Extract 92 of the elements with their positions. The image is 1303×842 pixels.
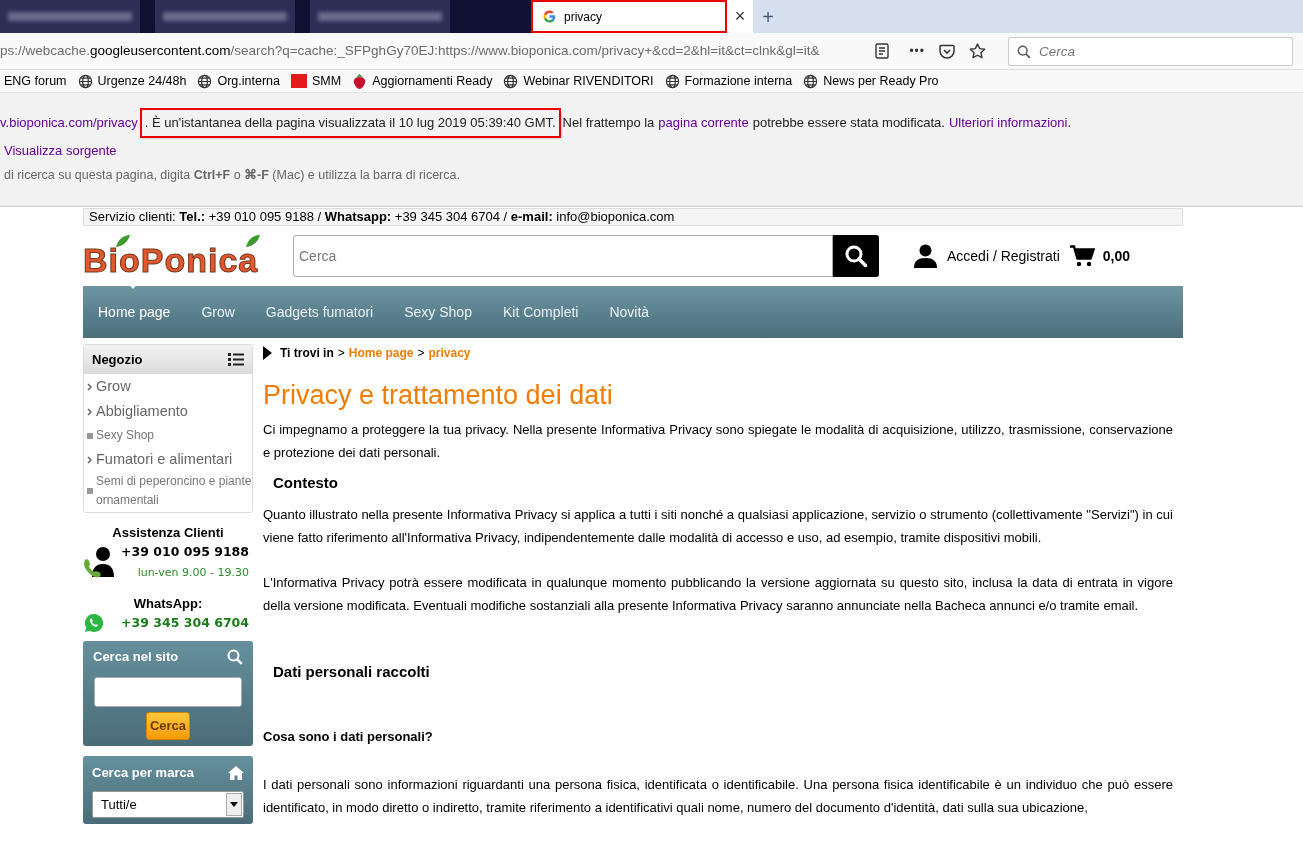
globe-icon <box>197 73 213 89</box>
nav-item[interactable]: Novità <box>609 301 650 323</box>
new-tab-button[interactable]: + <box>753 1 783 32</box>
nav-item[interactable]: Sexy Shop <box>404 301 472 323</box>
breadcrumb-arrow-icon <box>263 346 272 360</box>
search-button[interactable] <box>833 235 879 277</box>
nav-item[interactable]: Gadgets fumatori <box>265 301 374 323</box>
bookmark-item[interactable]: Formazione interna <box>664 71 793 91</box>
support-title: Assistenza Clienti <box>111 524 225 542</box>
panel-title: Negozio <box>92 350 143 369</box>
banner-text: di ricerca su questa pagina, digita Ctrl+F o ⌘-F (Mac) e utilizza la barra di ricerca. <box>4 166 460 184</box>
chevron-icon <box>87 407 93 416</box>
contact-bar: Servizio clienti: Tel.: +39 010 095 9188 / Whatsapp: +39 345 304 6704 / e-mail: info@bioponica.com <box>83 208 1183 226</box>
bookmark-item[interactable]: News per Ready Pro <box>803 71 939 91</box>
search-icon <box>227 649 243 665</box>
browser-tab[interactable] <box>0 0 140 33</box>
chevron-icon <box>87 455 93 464</box>
search-field[interactable]: Cerca <box>1008 36 1293 66</box>
site-search-input[interactable] <box>94 676 242 707</box>
badge-icon <box>291 74 307 88</box>
browser-tab[interactable] <box>310 0 450 33</box>
category-link[interactable]: Semi di peperoncino e piante ornamentali <box>84 472 252 510</box>
banner-text: potrebbe essere stata modificata. <box>752 114 945 133</box>
site-search-button[interactable]: Cerca <box>146 711 190 740</box>
nav-item[interactable]: Grow <box>201 301 235 323</box>
strawberry-icon <box>352 73 368 89</box>
body-paragraph: L'Informativa Privacy potrà essere modificata in qualunque momento pubblicando la versione aggiornata su questo sito, inclusa la data di entrata in vigore della versione modificata. Eventuali modifiche sostanziali alla presente Informativa Privacy saranno annunciate nella Bacheca annunci e/o tramite email. <box>263 573 1173 615</box>
panel-title: Cerca nel sito <box>93 648 179 667</box>
breadcrumb-separator: > <box>417 345 425 362</box>
support-phone[interactable]: +39 010 095 9188 <box>116 542 249 562</box>
square-bullet-icon <box>87 488 93 494</box>
whatsapp-phone[interactable]: +39 345 304 6704 <box>121 613 249 633</box>
globe-icon <box>803 73 819 89</box>
globe-icon <box>503 73 519 89</box>
cart-link[interactable]: 0,00 <box>1069 245 1131 267</box>
banner-text: Nel frattempo la <box>562 114 655 133</box>
bookmark-item[interactable]: Webinar RIVENDITORI <box>503 71 654 91</box>
brand-dropdown[interactable]: Tutti/e <box>92 790 244 818</box>
site-search-field[interactable]: Cerca <box>293 235 833 277</box>
banner-link[interactable]: pagina corrente <box>658 113 749 133</box>
section-heading: Contesto <box>273 473 339 493</box>
url-text: ps://webcache.googleusercontent.com/search?q=cache:_SFPghGy70EJ:https://www.bioponica.com/privacy+&cd=2&hl=it&ct=clnk&gl=it& <box>0 41 820 60</box>
page-title: Privacy e trattamento dei dati <box>263 379 614 412</box>
close-tab-button[interactable]: × <box>727 0 753 33</box>
category-link[interactable]: Fumatori e alimentari <box>84 447 252 472</box>
subheading: Cosa sono i dati personali? <box>263 728 434 746</box>
reader-view-icon[interactable] <box>875 43 890 59</box>
list-icon <box>228 353 244 366</box>
bookmark-item[interactable]: Aggiornamenti Ready <box>352 71 493 91</box>
section-heading: Dati personali raccolti <box>273 661 431 682</box>
chevron-icon <box>87 382 93 391</box>
page-actions-button[interactable]: ••• <box>909 42 925 60</box>
bookmark-item[interactable]: Urgenze 24/48h <box>77 71 187 91</box>
category-link[interactable]: Grow <box>84 374 252 399</box>
breadcrumb-label: Ti trovi in <box>280 345 334 362</box>
banner-link[interactable]: Visualizza sorgente <box>4 141 117 161</box>
browser-tab[interactable]: privacy <box>531 0 727 33</box>
banner-link[interactable]: v.bioponica.com/privacy <box>0 113 138 133</box>
bookmark-item[interactable]: Org.interna <box>197 71 280 91</box>
body-paragraph: Ci impegnamo a proteggere la tua privacy. Nella presente Informativa Privacy sono spiegate le modalità di acquisizione, utilizzo, trasmissione, conservazione e protezione dei dati personali. <box>263 421 1173 462</box>
tab-title: privacy <box>564 8 602 26</box>
bioponica-logo[interactable]: BioPonica <box>83 234 280 278</box>
g-logo-icon <box>543 10 556 23</box>
body-paragraph: I dati personali sono informazioni riguardanti una persona fisica, identificata o identificabile. Una persona fisica identificabile è un individuo che può essere identificato, in modo diretto o indiretto, tramite riferimento a identificativi quali nome, numero del documento d'identità, dati sulla sua ubicazione, <box>263 775 1173 817</box>
breadcrumb-separator: > <box>337 345 345 362</box>
search-icon <box>1017 44 1031 59</box>
body-paragraph: Quanto illustrato nella presente Informativa Privacy si applica a tutti i siti nonché a qualsiasi applicazione, servizio o strumento (collettivamente "Servizi") in cui viene fatto riferimento all'Informativa Privacy, indipendentemente dalle modalità di accesso e uso, ad esempio, tramite dispositivi mobili. <box>263 505 1173 547</box>
user-icon <box>914 244 937 268</box>
category-link[interactable]: Abbigliamento <box>84 399 252 424</box>
search-icon <box>844 244 868 268</box>
home-icon <box>228 766 244 780</box>
bookmark-star-icon[interactable] <box>969 43 986 59</box>
nav-item[interactable]: Home page <box>98 301 171 323</box>
account-link[interactable]: Accedi / Registrati <box>914 244 1060 268</box>
whatsapp-icon <box>84 613 104 634</box>
banner-link[interactable]: Ulteriori informazioni. <box>948 113 1071 133</box>
bookmark-item[interactable]: ENG forum <box>4 71 67 91</box>
whatsapp-title: WhatsApp: <box>132 594 204 613</box>
globe-icon <box>664 73 680 89</box>
support-hours: lun-ven 9.00 - 19.30 <box>136 565 249 582</box>
cart-icon <box>1069 245 1095 267</box>
browser-tab[interactable] <box>155 0 295 33</box>
square-bullet-icon <box>87 432 93 439</box>
nav-item[interactable]: Kit Completi <box>502 301 579 323</box>
panel-title: Cerca per marca <box>92 764 194 783</box>
bookmark-item[interactable]: SMM <box>291 71 342 91</box>
support-phone-person-icon <box>83 544 116 578</box>
banner-text: . È un'istantanea della pagina visualizzata il 10 lug 2019 05:39:40 GMT. <box>141 110 559 136</box>
pocket-icon[interactable] <box>939 43 955 59</box>
globe-icon <box>77 73 93 89</box>
category-link[interactable]: Sexy Shop <box>84 424 252 447</box>
address-bar[interactable]: ps://webcache.googleusercontent.com/search?q=cache:_SFPghGy70EJ:https://www.bioponica.com/privacy+&cd=2&hl=it&ct=clnk&gl=it& ••• <box>0 37 998 65</box>
